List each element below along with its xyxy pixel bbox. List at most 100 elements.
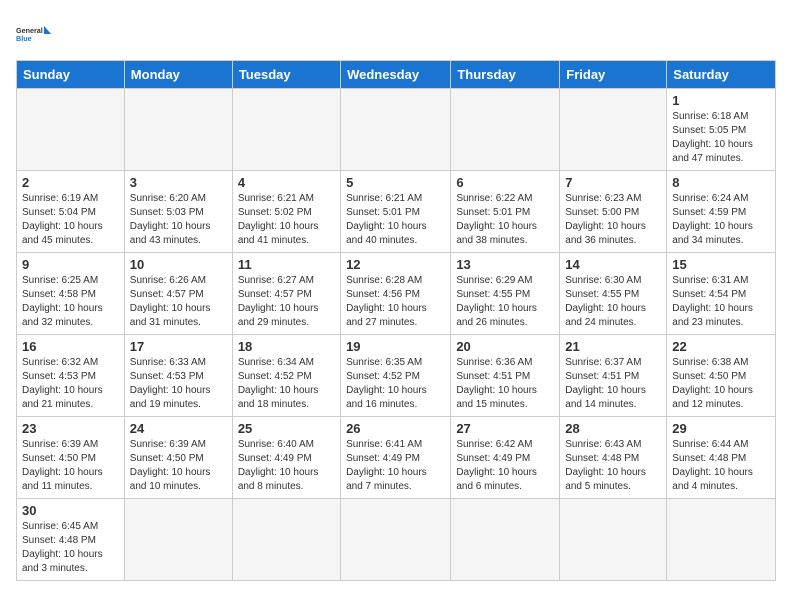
- day-info: Sunrise: 6:45 AM Sunset: 4:48 PM Dayligh…: [22, 520, 119, 576]
- day-number: 6: [456, 175, 554, 190]
- day-info: Sunrise: 6:24 AM Sunset: 4:59 PM Dayligh…: [672, 192, 770, 248]
- day-info: Sunrise: 6:34 AM Sunset: 4:52 PM Dayligh…: [238, 356, 335, 412]
- day-info: Sunrise: 6:41 AM Sunset: 4:49 PM Dayligh…: [346, 438, 445, 494]
- day-info: Sunrise: 6:28 AM Sunset: 4:56 PM Dayligh…: [346, 274, 445, 330]
- day-number: 7: [565, 175, 661, 190]
- logo: GeneralBlue: [16, 16, 52, 52]
- day-info: Sunrise: 6:25 AM Sunset: 4:58 PM Dayligh…: [22, 274, 119, 330]
- calendar-cell: 26Sunrise: 6:41 AM Sunset: 4:49 PM Dayli…: [341, 417, 451, 499]
- calendar-cell: 4 Sunrise: 6:21 AM Sunset: 5:02 PM Daylig…: [232, 171, 340, 253]
- calendar-cell: 19 Sunrise: 6:35 AM Sunset: 4:52 PM Dayli…: [341, 335, 451, 417]
- day-info: Sunrise: 6:20 AM Sunset: 5:03 PM Dayligh…: [130, 192, 227, 248]
- calendar-cell: 25Sunrise: 6:40 AM Sunset: 4:49 PM Dayli…: [232, 417, 340, 499]
- day-number: 17: [130, 339, 227, 354]
- day-number: 8: [672, 175, 770, 190]
- day-info: Sunrise: 6:37 AM Sunset: 4:51 PM Dayligh…: [565, 356, 661, 412]
- calendar-cell: 18Sunrise: 6:34 AM Sunset: 4:52 PM Dayli…: [232, 335, 340, 417]
- day-info: Sunrise: 6:35 AM Sunset: 4:52 PM Dayligh…: [346, 356, 445, 412]
- day-number: 13: [456, 257, 554, 272]
- calendar-cell: 12 Sunrise: 6:28 AM Sunset: 4:56 PM Dayli…: [341, 253, 451, 335]
- day-number: 14: [565, 257, 661, 272]
- day-number: 15: [672, 257, 770, 272]
- day-info: Sunrise: 6:19 AM Sunset: 5:04 PM Dayligh…: [22, 192, 119, 248]
- day-number: 21: [565, 339, 661, 354]
- calendar-week-row: 2 Sunrise: 6:19 AM Sunset: 5:04 PM Daylig…: [17, 171, 776, 253]
- day-number: 3: [130, 175, 227, 190]
- calendar-cell: 20Sunrise: 6:36 AM Sunset: 4:51 PM Dayli…: [451, 335, 560, 417]
- calendar-cell: 29Sunrise: 6:44 AM Sunset: 4:48 PM Dayli…: [667, 417, 776, 499]
- calendar-cell: 7Sunrise: 6:23 AM Sunset: 5:00 PM Daylig…: [560, 171, 667, 253]
- day-number: 23: [22, 421, 119, 436]
- calendar-cell: 10Sunrise: 6:26 AM Sunset: 4:57 PM Dayli…: [124, 253, 232, 335]
- calendar-cell: 11Sunrise: 6:27 AM Sunset: 4:57 PM Dayli…: [232, 253, 340, 335]
- day-number: 1: [672, 93, 770, 108]
- calendar-cell: 1 Sunrise: 6:18 AM Sunset: 5:05 PM Daylig…: [667, 89, 776, 171]
- day-header-wednesday: Wednesday: [341, 61, 451, 89]
- day-info: Sunrise: 6:30 AM Sunset: 4:55 PM Dayligh…: [565, 274, 661, 330]
- calendar-cell: 27 Sunrise: 6:42 AM Sunset: 4:49 PM Dayli…: [451, 417, 560, 499]
- calendar-header-row: SundayMondayTuesdayWednesdayThursdayFrid…: [17, 61, 776, 89]
- day-number: 28: [565, 421, 661, 436]
- calendar-cell: [560, 499, 667, 581]
- page-header: GeneralBlue: [16, 16, 776, 52]
- calendar-cell: [341, 89, 451, 171]
- calendar-cell: 2 Sunrise: 6:19 AM Sunset: 5:04 PM Daylig…: [17, 171, 125, 253]
- calendar-cell: 5Sunrise: 6:21 AM Sunset: 5:01 PM Daylig…: [341, 171, 451, 253]
- calendar-cell: 17Sunrise: 6:33 AM Sunset: 4:53 PM Dayli…: [124, 335, 232, 417]
- day-header-sunday: Sunday: [17, 61, 125, 89]
- calendar-cell: 21 Sunrise: 6:37 AM Sunset: 4:51 PM Dayli…: [560, 335, 667, 417]
- day-number: 16: [22, 339, 119, 354]
- calendar-cell: 23 Sunrise: 6:39 AM Sunset: 4:50 PM Dayli…: [17, 417, 125, 499]
- calendar-cell: 9 Sunrise: 6:25 AM Sunset: 4:58 PM Daylig…: [17, 253, 125, 335]
- day-number: 19: [346, 339, 445, 354]
- calendar-cell: [451, 89, 560, 171]
- day-header-thursday: Thursday: [451, 61, 560, 89]
- day-info: Sunrise: 6:44 AM Sunset: 4:48 PM Dayligh…: [672, 438, 770, 494]
- calendar-cell: [341, 499, 451, 581]
- calendar-cell: [17, 89, 125, 171]
- svg-text:Blue: Blue: [16, 34, 32, 43]
- day-header-saturday: Saturday: [667, 61, 776, 89]
- day-number: 30: [22, 503, 119, 518]
- calendar-cell: 28Sunrise: 6:43 AM Sunset: 4:48 PM Dayli…: [560, 417, 667, 499]
- logo-icon: GeneralBlue: [16, 16, 52, 52]
- day-info: Sunrise: 6:39 AM Sunset: 4:50 PM Dayligh…: [22, 438, 119, 494]
- calendar-cell: 14 Sunrise: 6:30 AM Sunset: 4:55 PM Dayli…: [560, 253, 667, 335]
- day-info: Sunrise: 6:21 AM Sunset: 5:01 PM Dayligh…: [346, 192, 445, 248]
- svg-text:General: General: [16, 26, 43, 35]
- day-header-tuesday: Tuesday: [232, 61, 340, 89]
- calendar-cell: 15Sunrise: 6:31 AM Sunset: 4:54 PM Dayli…: [667, 253, 776, 335]
- day-info: Sunrise: 6:26 AM Sunset: 4:57 PM Dayligh…: [130, 274, 227, 330]
- day-number: 9: [22, 257, 119, 272]
- calendar-table: SundayMondayTuesdayWednesdayThursdayFrid…: [16, 60, 776, 581]
- day-info: Sunrise: 6:40 AM Sunset: 4:49 PM Dayligh…: [238, 438, 335, 494]
- calendar-cell: 30 Sunrise: 6:45 AM Sunset: 4:48 PM Dayli…: [17, 499, 125, 581]
- day-info: Sunrise: 6:32 AM Sunset: 4:53 PM Dayligh…: [22, 356, 119, 412]
- day-info: Sunrise: 6:29 AM Sunset: 4:55 PM Dayligh…: [456, 274, 554, 330]
- day-number: 20: [456, 339, 554, 354]
- day-number: 24: [130, 421, 227, 436]
- day-number: 4: [238, 175, 335, 190]
- calendar-cell: [232, 89, 340, 171]
- day-info: Sunrise: 6:38 AM Sunset: 4:50 PM Dayligh…: [672, 356, 770, 412]
- day-number: 27: [456, 421, 554, 436]
- calendar-cell: 16 Sunrise: 6:32 AM Sunset: 4:53 PM Dayli…: [17, 335, 125, 417]
- calendar-week-row: 23 Sunrise: 6:39 AM Sunset: 4:50 PM Dayli…: [17, 417, 776, 499]
- day-number: 12: [346, 257, 445, 272]
- day-info: Sunrise: 6:42 AM Sunset: 4:49 PM Dayligh…: [456, 438, 554, 494]
- day-header-friday: Friday: [560, 61, 667, 89]
- calendar-cell: 3 Sunrise: 6:20 AM Sunset: 5:03 PM Daylig…: [124, 171, 232, 253]
- calendar-cell: 13 Sunrise: 6:29 AM Sunset: 4:55 PM Dayli…: [451, 253, 560, 335]
- calendar-week-row: 1 Sunrise: 6:18 AM Sunset: 5:05 PM Daylig…: [17, 89, 776, 171]
- day-info: Sunrise: 6:27 AM Sunset: 4:57 PM Dayligh…: [238, 274, 335, 330]
- calendar-cell: 24Sunrise: 6:39 AM Sunset: 4:50 PM Dayli…: [124, 417, 232, 499]
- calendar-week-row: 16 Sunrise: 6:32 AM Sunset: 4:53 PM Dayli…: [17, 335, 776, 417]
- calendar-cell: [232, 499, 340, 581]
- calendar-cell: [124, 89, 232, 171]
- day-number: 2: [22, 175, 119, 190]
- calendar-cell: [560, 89, 667, 171]
- day-info: Sunrise: 6:21 AM Sunset: 5:02 PM Dayligh…: [238, 192, 335, 248]
- calendar-cell: [667, 499, 776, 581]
- day-info: Sunrise: 6:18 AM Sunset: 5:05 PM Dayligh…: [672, 110, 770, 166]
- calendar-week-row: 9 Sunrise: 6:25 AM Sunset: 4:58 PM Daylig…: [17, 253, 776, 335]
